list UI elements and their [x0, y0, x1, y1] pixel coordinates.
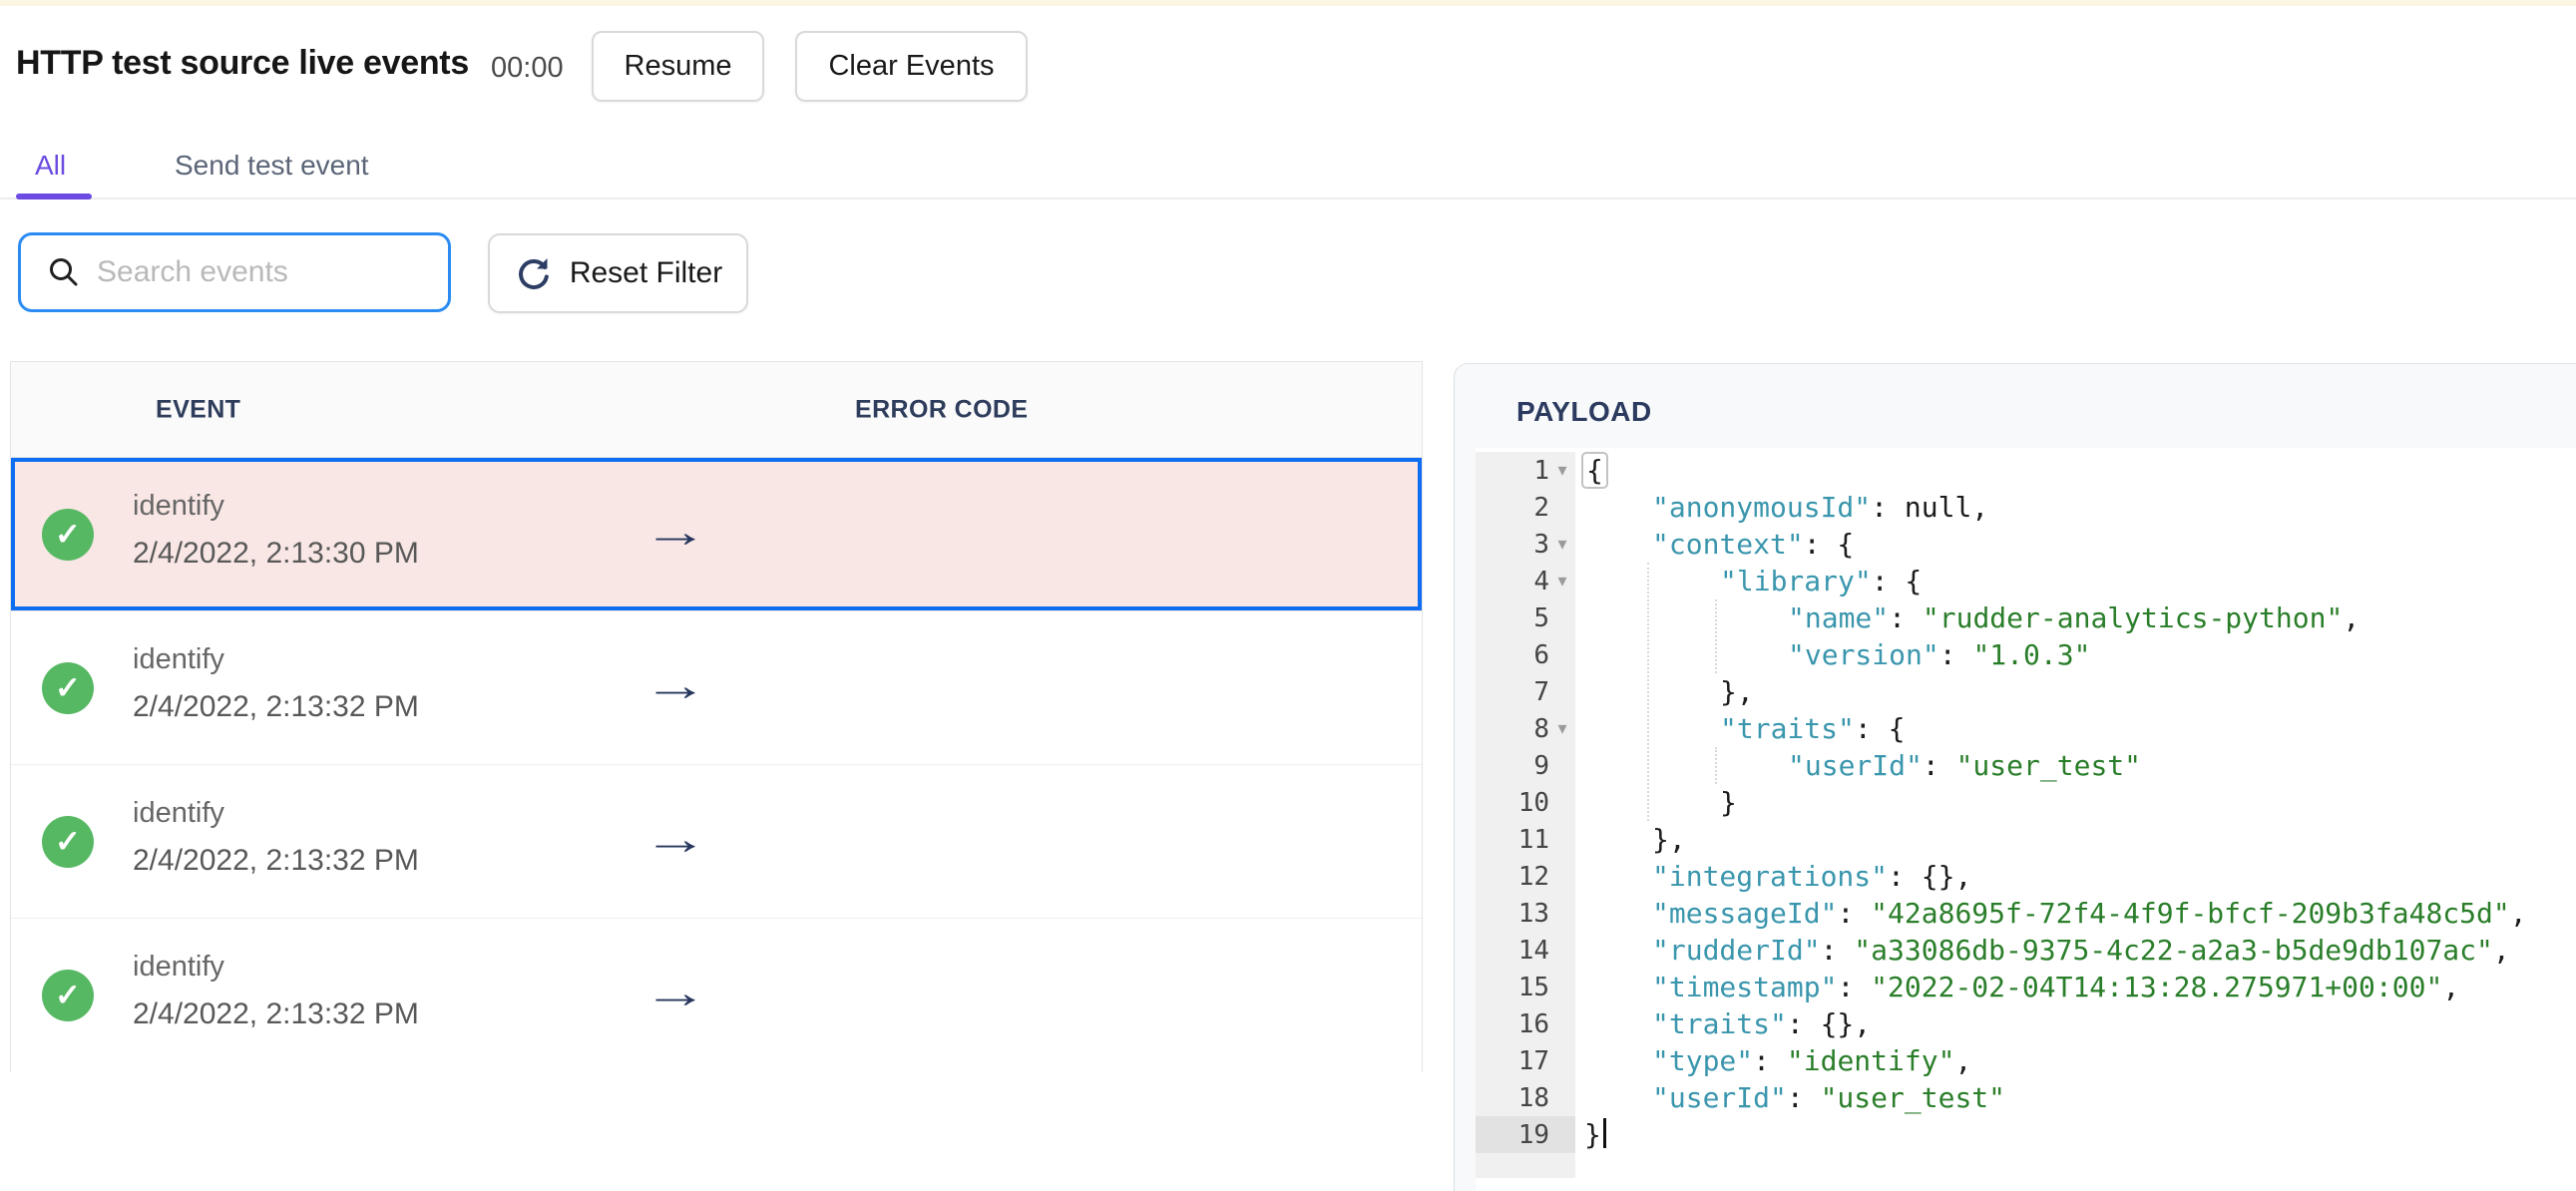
line-number: 19	[1476, 1116, 1575, 1153]
success-check-icon: ✓	[42, 970, 94, 1021]
success-check-icon: ✓	[42, 508, 94, 561]
line-number: 18	[1517, 1082, 1549, 1113]
line-number: 10	[1517, 787, 1549, 818]
right-arrow-icon: →	[643, 969, 708, 1017]
indent-guide	[1647, 563, 1649, 821]
indent-guide	[1715, 747, 1717, 784]
search-icon	[50, 258, 78, 286]
line-number: 2	[1533, 492, 1549, 523]
top-accent-bar	[0, 0, 2576, 6]
event-timestamp: 2/4/2022, 2:13:30 PM	[133, 537, 419, 570]
code-line: "messageId": "42a8695f-72f4-4f9f-bfcf-20…	[1652, 897, 2527, 930]
events-table: EVENT ERROR CODE ✓ identify 2/4/2022, 2:13…	[10, 361, 1423, 1072]
tab-send-test-event[interactable]: Send test event	[175, 150, 369, 182]
line-number: 8 ▾	[1476, 710, 1575, 747]
event-name: identify	[133, 951, 224, 983]
event-timestamp: 2/4/2022, 2:13:32 PM	[133, 690, 419, 723]
code-line: "type": "identify",	[1652, 1044, 1972, 1077]
timer: 00:00	[491, 52, 564, 84]
event-row[interactable]: ✓ identify 2/4/2022, 2:13:30 PM →	[11, 458, 1422, 611]
fold-arrow-icon[interactable]: ▾	[1549, 534, 1575, 555]
right-arrow-icon: →	[643, 507, 708, 557]
line-number: 13	[1517, 898, 1549, 929]
line-number: 11	[1517, 824, 1549, 855]
code-line: "timestamp": "2022-02-04T14:13:28.275971…	[1652, 971, 2460, 1003]
success-check-icon: ✓	[42, 661, 94, 714]
line-number: 14	[1517, 935, 1549, 966]
event-name: identify	[133, 797, 224, 829]
indent-guide	[1715, 599, 1717, 673]
code-line: },	[1652, 823, 1686, 856]
editor-code: {"anonymousId": null, "context": { "librar…	[1581, 452, 2576, 1153]
tab-all[interactable]: All	[35, 150, 66, 182]
fold-arrow-icon[interactable]: ▾	[1549, 718, 1575, 739]
column-header-event: EVENT	[156, 395, 241, 423]
code-line: "traits": {},	[1652, 1007, 1872, 1040]
right-arrow-icon: →	[643, 814, 708, 864]
active-tab-underline	[16, 194, 92, 199]
line-number: 9	[1533, 750, 1549, 781]
line-number: 17	[1517, 1045, 1549, 1076]
code-line: "context": {	[1652, 528, 1855, 561]
live-events-page: HTTP test source live events 00:00 Resum…	[0, 0, 2576, 1191]
tabs-divider	[0, 198, 2576, 199]
code-line: "integrations": {},	[1652, 860, 1972, 893]
event-row[interactable]: ✓ identify 2/4/2022, 2:13:32 PM →	[11, 919, 1422, 1072]
code-line: "library": {	[1720, 565, 1923, 597]
code-line: "name": "rudder-analytics-python",	[1788, 601, 2361, 634]
code-line: },	[1720, 675, 1754, 708]
line-number: 16	[1517, 1008, 1549, 1039]
page-title: HTTP test source live events	[16, 44, 469, 82]
event-name: identify	[133, 490, 224, 522]
events-table-header: EVENT ERROR CODE	[11, 362, 1422, 458]
fold-arrow-icon[interactable]: ▾	[1549, 571, 1575, 592]
search-box[interactable]	[18, 232, 451, 312]
text-cursor	[1602, 1118, 1606, 1148]
code-line: "userId": "user_test"	[1788, 749, 2142, 782]
column-header-error-code: ERROR CODE	[855, 395, 1029, 423]
search-input[interactable]	[97, 255, 426, 289]
reset-filter-button[interactable]: Reset Filter	[488, 233, 748, 313]
event-row[interactable]: ✓ identify 2/4/2022, 2:13:32 PM →	[11, 765, 1422, 919]
code-line: {	[1581, 452, 2576, 489]
events-table-body: ✓ identify 2/4/2022, 2:13:30 PM → ✓ identify 2…	[11, 458, 1422, 1072]
reset-filter-label: Reset Filter	[569, 256, 723, 289]
line-number: 15	[1517, 972, 1549, 1002]
json-editor[interactable]: 1 ▾ 2 3 ▾ 4 ▾ 5 6 7 8 ▾ 9 10 11 12 13 14 15 16 17 18 19 {"anon…	[1476, 448, 2576, 1191]
success-check-icon: ✓	[42, 815, 94, 868]
payload-panel: PAYLOAD 1 ▾ 2 3 ▾ 4 ▾ 5 6 7 8 ▾ 9 10 11 12 13 14 15 16 17 18 1…	[1454, 363, 2576, 1191]
line-number: 3 ▾	[1476, 526, 1575, 563]
line-number: 6	[1533, 639, 1549, 670]
event-name: identify	[133, 643, 224, 675]
code-line: "traits": {	[1720, 712, 1906, 745]
event-timestamp: 2/4/2022, 2:13:32 PM	[133, 997, 419, 1030]
editor-gutter: 1 ▾ 2 3 ▾ 4 ▾ 5 6 7 8 ▾ 9 10 11 12 13 14 15 16 17 18 19	[1476, 452, 1575, 1178]
line-number: 12	[1517, 861, 1549, 892]
code-line: "userId": "user_test"	[1652, 1081, 2006, 1114]
resume-button[interactable]: Resume	[592, 31, 764, 102]
code-line: "version": "1.0.3"	[1788, 638, 2091, 671]
line-number: 1 ▾	[1476, 452, 1575, 489]
refresh-icon	[518, 258, 549, 289]
clear-events-button[interactable]: Clear Events	[795, 31, 1028, 102]
right-arrow-icon: →	[643, 660, 708, 710]
fold-arrow-icon[interactable]: ▾	[1549, 460, 1575, 481]
code-line: "anonymousId": null,	[1652, 491, 1989, 524]
line-number: 4 ▾	[1476, 563, 1575, 599]
payload-title: PAYLOAD	[1516, 396, 1652, 427]
line-number: 7	[1533, 676, 1549, 707]
code-line: }	[1584, 1116, 2576, 1153]
line-number: 5	[1533, 602, 1549, 633]
code-line: "rudderId": "a33086db-9375-4c22-a2a3-b5d…	[1652, 934, 2510, 967]
event-timestamp: 2/4/2022, 2:13:32 PM	[133, 844, 419, 877]
event-row[interactable]: ✓ identify 2/4/2022, 2:13:32 PM →	[11, 611, 1422, 765]
code-line: }	[1720, 786, 1737, 819]
